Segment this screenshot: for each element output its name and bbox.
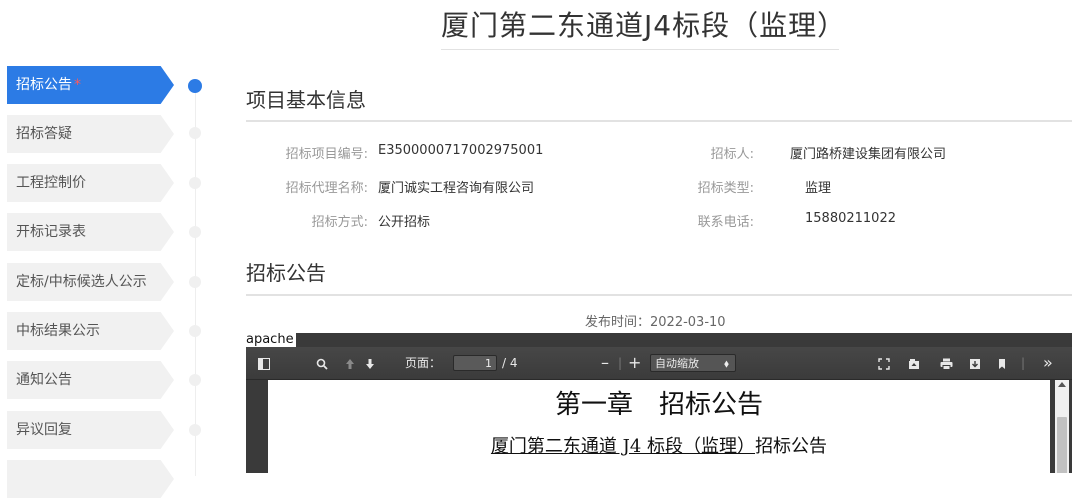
publish-label: 发布时间： [585,315,651,330]
pdf-subheading-underlined: 厦门第二东通道 J4 标段（监理） [490,436,756,457]
sidebar-item-objection-reply[interactable]: 异议回复 [7,411,174,449]
bookmark-icon[interactable] [998,347,1006,379]
sidebar-item-label: 中标结果公示 [16,323,100,339]
search-icon[interactable] [316,347,328,379]
more-tools-icon[interactable]: » [1043,347,1053,379]
field-label: 招标方式: [311,215,368,230]
sidebar-item-label: 招标答疑 [16,126,72,142]
sidebar-item-award-result[interactable]: 中标结果公示 [7,312,174,350]
sidebar-item-label: 招标公告 [16,77,72,93]
field-value: 厦门路桥建设集团有限公司 [790,147,947,162]
sidebar-item-bid-opening[interactable]: 开标记录表 [7,213,174,251]
required-mark: * [74,77,81,93]
pdf-scrollbar-thumb[interactable] [1057,417,1067,473]
zoom-in-icon[interactable]: + [628,347,641,379]
timeline-dot [189,276,201,288]
announcement-heading: 招标公告 [246,261,326,285]
field-label: 招标人: [710,147,754,162]
frame-label: apache [246,333,296,347]
sidebar-item-label: 异议回复 [16,422,72,438]
field-label: 招标代理名称: [285,181,368,196]
timeline-dot-active [188,79,202,93]
sidebar-item-qa[interactable]: 招标答疑 [7,115,174,153]
scroll-up-icon[interactable] [1058,382,1066,387]
title-divider [441,49,839,50]
field-label: 联系电话: [697,215,754,230]
timeline-dot [189,177,201,189]
page-number-input[interactable]: 1 [453,355,497,371]
sidebar-item-tender-notice[interactable]: 招标公告 * [7,66,174,104]
download-icon[interactable] [969,347,981,379]
field-label: 招标项目编号: [285,147,368,162]
section-divider [246,294,1072,296]
timeline-dot [189,226,201,238]
timeline-dot [189,374,201,386]
field-value: 厦门诚实工程咨询有限公司 [378,181,535,196]
zoom-select-value: 自动缩放 [655,357,699,370]
sidebar-item-control-price[interactable]: 工程控制价 [7,164,174,202]
chevron-down-icon: ⬧ [724,357,729,370]
toolbar-separator: | [1021,356,1026,370]
toolbar-separator: | [618,356,623,370]
print-icon[interactable] [940,347,953,379]
pdf-subheading-rest: 招标公告 [755,436,828,457]
sidebar-item-candidate-notice[interactable]: 定标/中标候选人公示 [7,263,174,301]
page-label: 页面： [405,356,442,370]
open-file-icon[interactable] [908,347,920,379]
publish-date: 2022-03-10 [650,315,726,330]
field-value: 15880211022 [805,211,896,226]
fullscreen-icon[interactable] [878,347,890,379]
pdf-viewer[interactable]: apache 页面： 1 / 4 – | + 自动缩放 ⬧ | » 第一章 招标… [246,333,1072,473]
field-value: 监理 [805,181,832,196]
sidebar-item-label: 定标/中标候选人公示 [16,274,147,290]
pdf-page: 第一章 招标公告 厦门第二东通道 J4 标段（监理）招标公告 [268,380,1050,473]
pdf-heading: 第一章 招标公告 [554,390,763,420]
sidebar-item-more[interactable] [7,460,174,498]
sidebar-toggle-icon[interactable] [258,347,270,379]
pdf-toolbar: 页面： 1 / 4 – | + 自动缩放 ⬧ | » [246,347,1072,380]
total-pages: / 4 [502,356,518,370]
sidebar-item-notices[interactable]: 通知公告 [7,361,174,399]
timeline-dot [189,127,201,139]
sidebar-item-label: 开标记录表 [16,224,86,240]
previous-page-icon[interactable] [345,347,355,379]
sidebar-item-label: 工程控制价 [16,175,86,191]
timeline-dot [189,424,201,436]
sidebar-item-label: 通知公告 [16,372,72,388]
zoom-out-icon[interactable]: – [601,347,609,379]
page-title: 厦门第二东通道J4标段（监理） [441,9,847,42]
timeline-dot [189,325,201,337]
section-divider [246,120,1072,122]
publish-time: 发布时间：2022-03-10 [585,311,726,330]
zoom-select[interactable]: 自动缩放 ⬧ [650,354,736,372]
field-value: 公开招标 [378,215,431,230]
field-value: E3500000717002975001 [378,143,544,158]
field-label: 招标类型: [697,181,754,196]
pdf-subheading: 厦门第二东通道 J4 标段（监理）招标公告 [268,432,1050,458]
basic-info-heading: 项目基本信息 [246,88,366,112]
next-page-icon[interactable] [365,347,375,379]
